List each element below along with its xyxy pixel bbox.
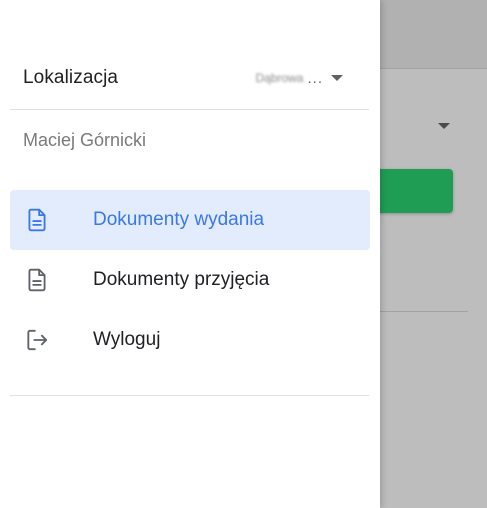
location-value: Dąbrowa <box>255 71 304 85</box>
menu-item-label: Wyloguj <box>93 329 161 350</box>
drawer-divider-bottom <box>10 395 369 396</box>
background-dropdown-arrow-icon <box>438 123 450 129</box>
document-icon <box>28 268 46 292</box>
app-screen: Lokalizacja Dąbrowa ... Maciej Górnicki … <box>0 0 487 508</box>
chevron-down-icon <box>331 75 343 81</box>
location-row: Lokalizacja Dąbrowa ... <box>23 56 343 100</box>
document-icon <box>28 208 46 232</box>
menu-item-label: Dokumenty wydania <box>93 209 265 230</box>
menu-item-dokumenty-przyjecia[interactable]: Dokumenty przyjęcia <box>10 250 370 310</box>
menu-item-wyloguj[interactable]: Wyloguj <box>10 310 370 370</box>
drawer-menu: Dokumenty wydania Dokumenty przyjęcia Wy… <box>10 190 370 370</box>
location-select[interactable]: Dąbrowa ... <box>255 70 343 87</box>
navigation-drawer: Lokalizacja Dąbrowa ... Maciej Górnicki … <box>0 0 380 508</box>
drawer-divider-top <box>10 109 369 110</box>
menu-item-label: Dokumenty przyjęcia <box>93 269 270 290</box>
menu-item-dokumenty-wydania[interactable]: Dokumenty wydania <box>10 190 370 250</box>
logout-icon <box>27 329 48 351</box>
user-name: Maciej Górnicki <box>23 130 147 150</box>
location-ellipsis: ... <box>307 69 323 87</box>
location-label: Lokalizacja <box>23 67 119 88</box>
